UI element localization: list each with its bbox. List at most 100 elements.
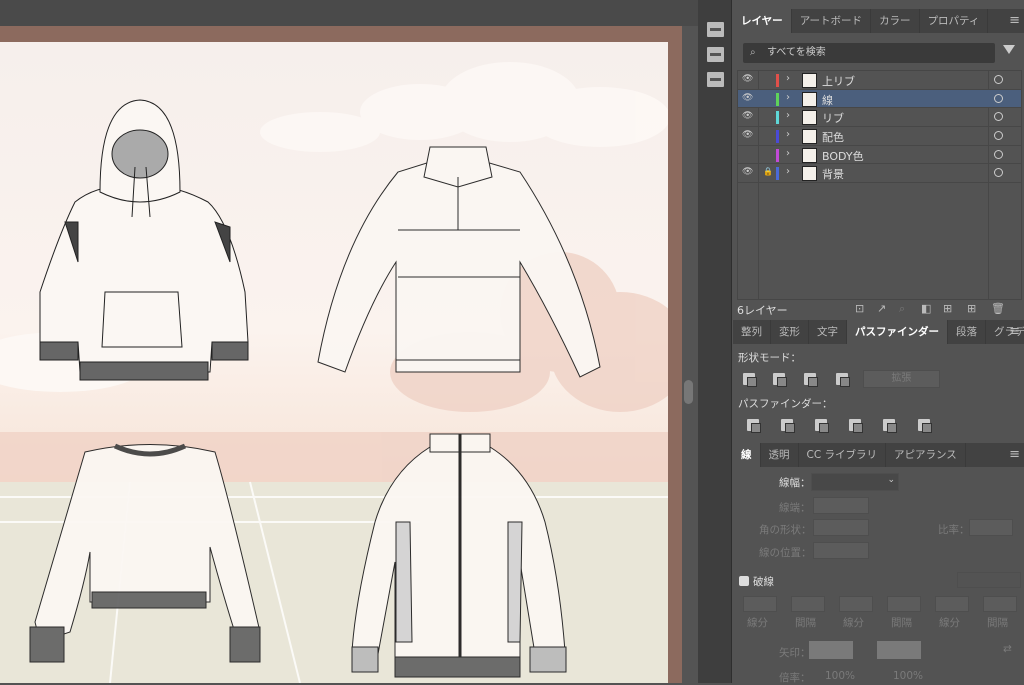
eye-icon[interactable]: 👁: [742, 130, 753, 140]
dash-field-input[interactable]: [983, 596, 1017, 612]
pathfinders-label: パスファインダー：: [738, 398, 833, 410]
tab-transform[interactable]: 変形: [771, 320, 809, 344]
eye-icon[interactable]: 👁: [742, 167, 753, 177]
eye-icon[interactable]: 👁: [742, 74, 753, 84]
target-circle-icon[interactable]: [994, 168, 1003, 178]
chevron-right-icon[interactable]: ›: [786, 129, 790, 140]
dashed-line-label: 破線: [753, 576, 774, 588]
links-folder-icon[interactable]: [707, 72, 724, 87]
target-circle-icon[interactable]: [994, 149, 1003, 159]
layer-row[interactable]: 👁 › 線: [738, 89, 1021, 109]
corner-label: 角の形状：: [759, 524, 812, 536]
minus-back-icon[interactable]: [918, 419, 932, 433]
tab-transparency[interactable]: 透明: [761, 443, 799, 467]
stroke-weight-input[interactable]: ⌄: [811, 473, 899, 491]
chevron-down-icon[interactable]: ⌄: [887, 475, 895, 485]
locate-object-icon[interactable]: ⌕: [899, 302, 905, 316]
new-layer-icon[interactable]: ⊞: [967, 302, 976, 315]
collect-export-icon[interactable]: ⊡: [855, 302, 864, 315]
align-stroke-buttons[interactable]: [813, 542, 869, 559]
limit-input[interactable]: [969, 519, 1013, 536]
panel-menu-icon[interactable]: ≡: [1009, 443, 1020, 467]
chevron-right-icon[interactable]: ›: [786, 92, 790, 103]
layer-row[interactable]: 👁 › 上リブ: [738, 71, 1021, 90]
layer-thumbnail: [802, 73, 817, 88]
dash-field-input[interactable]: [887, 596, 921, 612]
tab-character[interactable]: 文字: [809, 320, 847, 344]
layer-color-bar: [776, 111, 779, 125]
layer-color-bar: [776, 74, 779, 87]
assets-folder-icon[interactable]: [707, 47, 724, 62]
new-sublayer-icon[interactable]: ⊞: [943, 302, 952, 315]
tab-color[interactable]: カラー: [871, 9, 920, 33]
artboard[interactable]: [0, 42, 668, 683]
exclude-icon[interactable]: [836, 373, 850, 387]
layer-count: 6レイヤー: [737, 304, 788, 317]
filter-icon[interactable]: [1003, 45, 1015, 54]
chevron-right-icon[interactable]: ›: [786, 148, 790, 159]
target-circle-icon[interactable]: [994, 75, 1003, 84]
cap-buttons[interactable]: [813, 497, 869, 514]
dash-field-input[interactable]: [743, 596, 777, 612]
tab-properties[interactable]: プロパティ: [920, 9, 989, 33]
tab-pathfinder[interactable]: パスファインダー: [847, 320, 948, 344]
layer-row[interactable]: 👁 › リブ: [738, 108, 1021, 128]
tab-cc-libraries[interactable]: CC ライブラリ: [799, 443, 887, 467]
layer-search-input[interactable]: ⌕ すべてを検索: [743, 43, 995, 63]
layer-color-bar: [776, 92, 779, 106]
tab-artboards[interactable]: アートボード: [792, 9, 872, 33]
vertical-scrollbar[interactable]: [684, 380, 693, 404]
chevron-right-icon[interactable]: ›: [786, 73, 790, 84]
canvas-top-strip: [0, 0, 698, 26]
start-scale-input[interactable]: 100%: [825, 670, 855, 682]
layer-row[interactable]: 👁 🔒 › 背景: [738, 164, 1021, 184]
dashed-checkbox[interactable]: [739, 576, 749, 586]
lock-icon[interactable]: 🔒: [763, 167, 773, 176]
clipping-mask-icon[interactable]: ◧: [921, 302, 931, 315]
end-arrow-select[interactable]: [877, 641, 921, 659]
dash-field-input[interactable]: [839, 596, 873, 612]
tab-layers[interactable]: レイヤー: [733, 9, 792, 33]
corner-buttons[interactable]: [813, 519, 869, 536]
unite-icon[interactable]: [743, 373, 757, 387]
libraries-folder-icon[interactable]: [707, 22, 724, 37]
panel-dock: [698, 0, 732, 683]
dash-alignment-buttons[interactable]: [957, 572, 1021, 588]
stroke-panel-tabs: 線 透明 CC ライブラリ アピアランス ≡: [733, 443, 1024, 467]
eye-icon[interactable]: 👁: [742, 93, 753, 103]
expand-button[interactable]: 拡張: [863, 370, 940, 388]
chevron-right-icon[interactable]: ›: [786, 166, 790, 177]
layer-thumbnail: [802, 129, 817, 145]
target-circle-icon[interactable]: [994, 131, 1003, 141]
minus-front-icon[interactable]: [773, 373, 787, 387]
trim-icon[interactable]: [781, 419, 795, 433]
layer-thumbnail: [802, 147, 817, 163]
panel-menu-icon[interactable]: ≡: [1009, 320, 1020, 344]
target-circle-icon[interactable]: [994, 112, 1003, 122]
canvas-area[interactable]: [0, 0, 698, 683]
merge-icon[interactable]: [815, 419, 829, 433]
dash-field-input[interactable]: [791, 596, 825, 612]
artwork[interactable]: [0, 42, 668, 683]
divide-icon[interactable]: [747, 419, 761, 433]
tab-align[interactable]: 整列: [733, 320, 771, 344]
intersect-icon[interactable]: [804, 373, 818, 387]
end-scale-input[interactable]: 100%: [893, 670, 923, 682]
outline-icon[interactable]: [883, 419, 897, 433]
swap-arrows-icon[interactable]: ⇄: [1003, 643, 1012, 655]
chevron-right-icon[interactable]: ›: [786, 110, 790, 121]
eye-icon[interactable]: 👁: [742, 111, 753, 121]
layer-row[interactable]: › BODY色: [738, 146, 1021, 165]
crop-icon[interactable]: [849, 419, 863, 433]
target-circle-icon[interactable]: [994, 93, 1003, 103]
tab-appearance[interactable]: アピアランス: [886, 443, 966, 467]
dash-field-input[interactable]: [935, 596, 969, 612]
start-arrow-select[interactable]: [809, 641, 853, 659]
delete-icon[interactable]: 🗑: [991, 302, 1005, 315]
panel-menu-icon[interactable]: ≡: [1009, 9, 1020, 33]
layer-row[interactable]: 👁 › 配色: [738, 127, 1021, 146]
tab-stroke[interactable]: 線: [733, 443, 761, 467]
export-icon[interactable]: ↗: [877, 302, 886, 315]
layer-name: 上リブ: [822, 75, 855, 88]
tab-paragraph[interactable]: 段落: [948, 320, 986, 344]
